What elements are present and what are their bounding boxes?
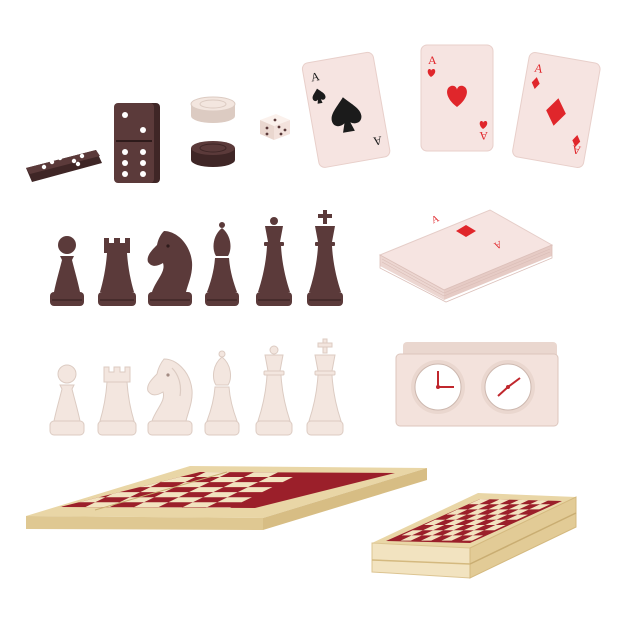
chess-clock	[395, 342, 559, 427]
chessboard-folded	[371, 493, 577, 579]
dark-queen	[256, 217, 292, 306]
dark-chess-set	[50, 210, 343, 306]
dark-rook	[98, 238, 136, 306]
card-ace-of-diamonds: A A	[512, 52, 601, 169]
clock-face-right	[481, 360, 535, 414]
domino-flat	[26, 150, 102, 182]
light-rook	[97, 366, 137, 436]
board-games-illustration: A A A A A A A A	[26, 44, 601, 579]
checker-dark	[191, 141, 235, 167]
light-bishop	[204, 350, 240, 436]
dark-king	[307, 210, 343, 306]
card-ace-of-spades: A A	[301, 51, 391, 168]
clock-face-left	[411, 360, 465, 414]
light-pawn	[49, 364, 85, 436]
light-queen	[255, 345, 293, 436]
card-rank-top: A	[430, 213, 442, 226]
card-ace-of-hearts: A A	[420, 44, 494, 152]
dark-pawn	[50, 236, 84, 306]
die	[260, 114, 290, 140]
card-deck: A A	[378, 209, 554, 303]
dark-knight	[147, 231, 193, 306]
card-rank-top: A	[428, 53, 437, 67]
card-rank-bottom: A	[479, 129, 488, 143]
chessboard-open	[26, 466, 427, 530]
light-king	[306, 338, 344, 436]
light-knight	[147, 358, 193, 436]
checker-light	[190, 96, 236, 123]
light-chess-set	[49, 338, 344, 436]
domino-standing	[114, 103, 160, 183]
dark-bishop	[205, 222, 239, 306]
